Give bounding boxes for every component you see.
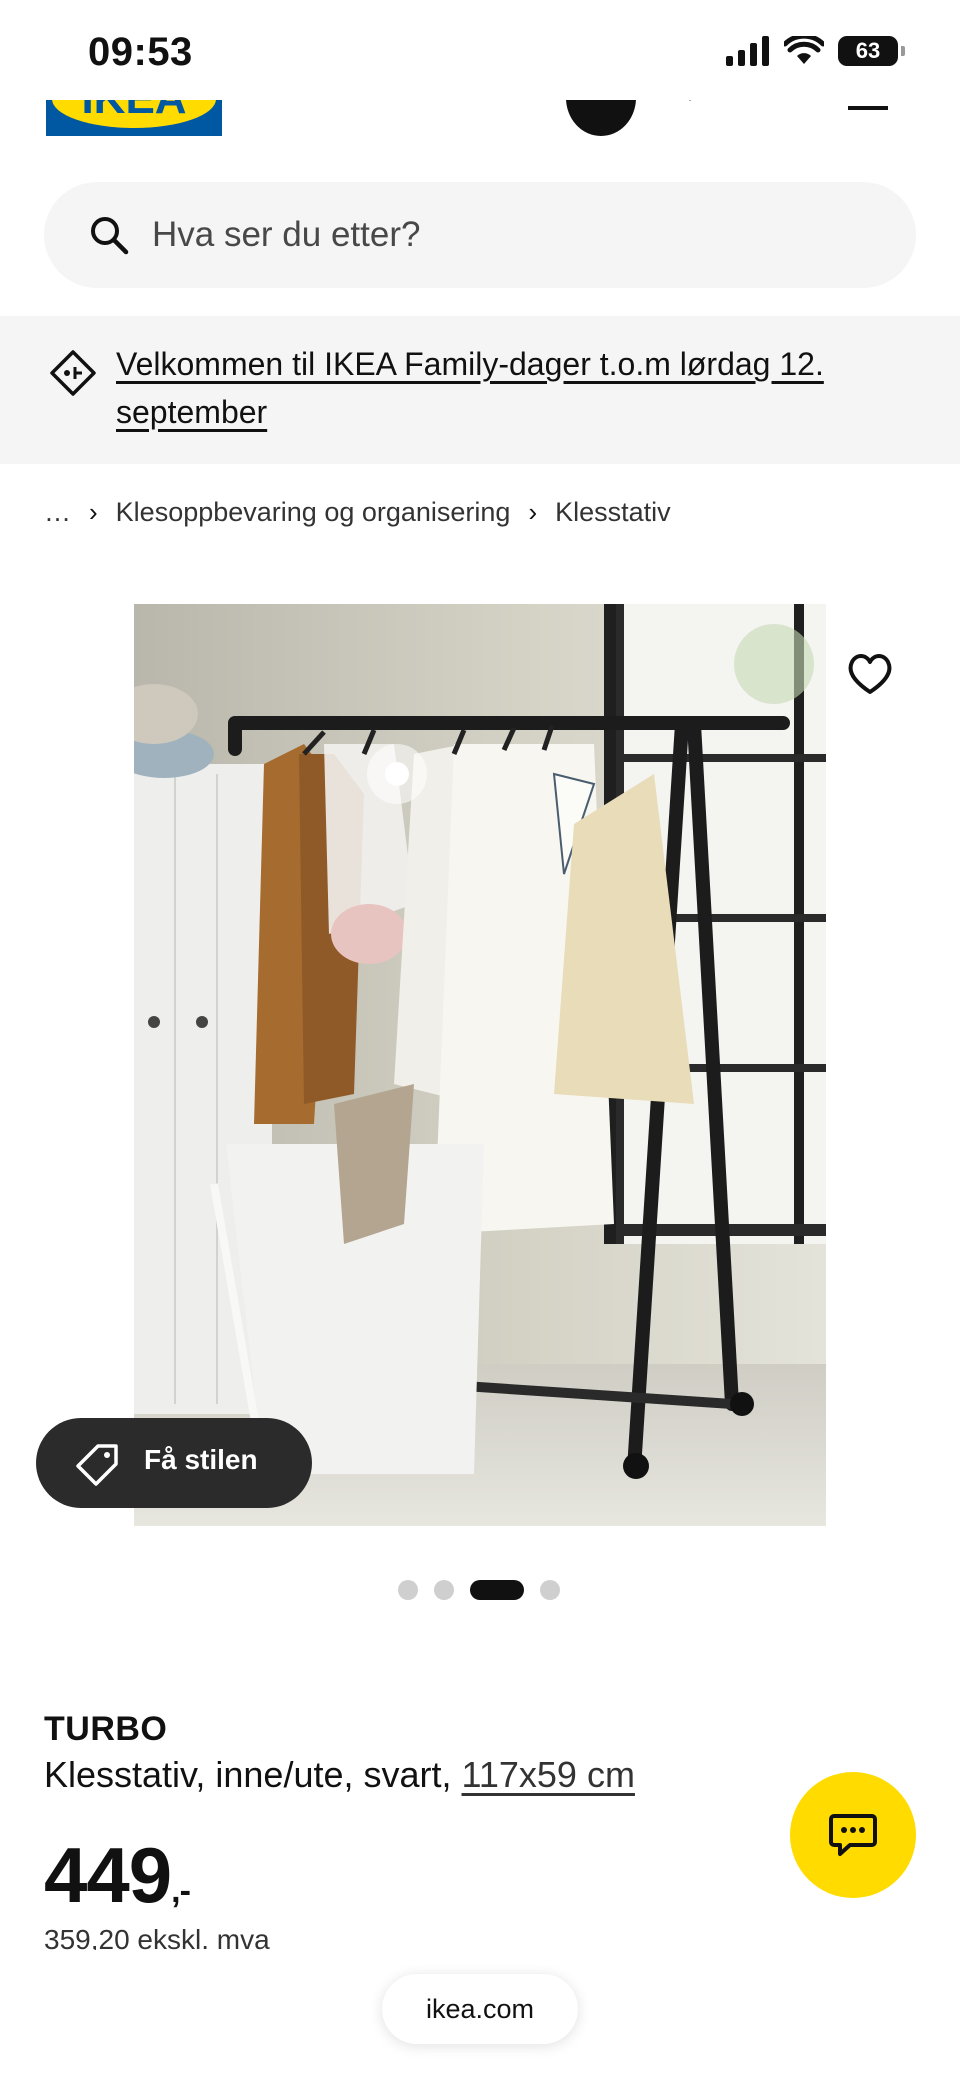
menu-icon[interactable] [848,100,888,120]
family-tag-icon [50,350,96,396]
site-header: IKEA [0,100,960,150]
address-bar-url: ikea.com [425,1993,535,2024]
status-icons: 63 [726,36,905,66]
promo-banner: Velkommen til IKEA Family-dager t.o.m lø… [0,316,960,464]
carousel-indicator [398,1580,560,1600]
breadcrumb-item-clothes-racks[interactable]: Klesstativ [555,497,671,528]
carousel-dot-active[interactable] [470,1580,524,1600]
promo-link[interactable]: Velkommen til IKEA Family-dager t.o.m lø… [116,340,916,436]
chevron-right-icon: › [528,496,538,527]
battery-level: 63 [855,38,881,63]
shopping-bag-icon[interactable] [756,100,804,120]
heart-icon[interactable] [846,652,894,696]
search-input[interactable] [152,182,872,288]
product-description: Klesstativ, inne/ute, svart, 117x59 cm [44,1754,635,1796]
search-icon [91,217,129,255]
chevron-right-icon: › [89,496,98,527]
status-time: 09:53 [88,30,193,74]
carousel-dot[interactable] [540,1580,560,1600]
signal-icon [726,36,769,66]
battery-icon: 63 [838,36,905,66]
logo-text: IKEA [81,100,186,124]
product-price: 449,- [44,1830,191,1921]
product-name: TURBO [44,1710,168,1748]
account-icon[interactable] [566,100,636,136]
product-description-text: Klesstativ, inne/ute, svart, [44,1754,462,1795]
get-the-look-label: Få stilen [144,1444,258,1475]
search-bar[interactable] [44,182,916,288]
product-size-link[interactable]: 117x59 cm [462,1754,635,1795]
product-photo [134,604,826,1526]
ikea-logo[interactable]: IKEA [46,100,222,136]
breadcrumb-ellipsis[interactable]: … [44,497,71,528]
price-excluding-vat: 359,20 ekskl. mva [44,1924,270,1950]
breadcrumb-item-clothes-storage[interactable]: Klesoppbevaring og organisering [116,497,511,528]
breadcrumb: … › Klesoppbevaring og organisering › Kl… [44,492,671,532]
carousel-dot[interactable] [398,1580,418,1600]
wifi-icon [784,36,824,64]
favorites-icon[interactable] [668,100,712,116]
chat-button[interactable] [790,1772,916,1898]
carousel-dot[interactable] [434,1580,454,1600]
price-tag-icon [76,1444,118,1486]
chat-icon [829,1814,877,1856]
status-bar: 09:53 63 [0,0,960,100]
get-the-look-button[interactable]: Få stilen [36,1418,312,1508]
price-suffix: ,- [171,1872,191,1910]
address-bar[interactable]: ikea.com [382,1974,578,2044]
product-image[interactable] [134,604,826,1526]
price-value: 449 [44,1831,172,1919]
